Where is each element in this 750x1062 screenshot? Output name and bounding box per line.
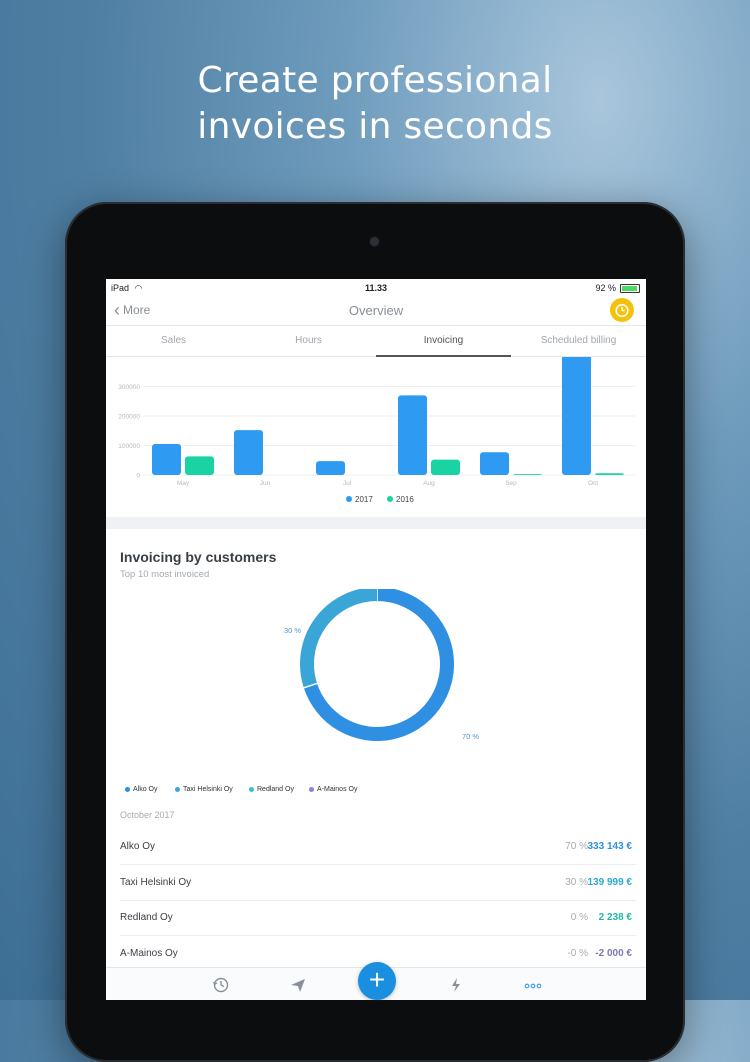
- nav-bar: ‹ More Overview: [106, 297, 646, 326]
- x-tick-label: Jul: [343, 480, 352, 487]
- history-icon-svg: [212, 977, 229, 993]
- page-title: Overview: [348, 303, 404, 318]
- headline-line-1: Create professional: [197, 60, 553, 101]
- customer-percentage: 30 %: [565, 876, 588, 888]
- camera-icon: [370, 237, 379, 246]
- legend-dot: [309, 787, 314, 792]
- battery-icon: [620, 283, 640, 293]
- legend-label-2017: 2017: [355, 495, 373, 504]
- x-tick-label: Sep: [505, 480, 517, 487]
- app-screen: iPad ◠ 11.33 92 % ‹ More Overview Sales …: [106, 279, 646, 1000]
- timer-button[interactable]: [610, 298, 634, 322]
- bar-2016-may[interactable]: [185, 456, 214, 475]
- legend-item-a-mainos-oy: A-Mainos Oy: [309, 786, 357, 793]
- bar-2017-jul[interactable]: [316, 461, 345, 475]
- slice-label: 30 %: [284, 626, 301, 635]
- battery-percentage: 92 %: [595, 283, 616, 293]
- table-row[interactable]: Alko Oy 70 % 333 143 €: [120, 829, 636, 865]
- customer-name: Alko Oy: [120, 841, 156, 852]
- legend-dot: [175, 787, 180, 792]
- flash-icon[interactable]: [446, 976, 466, 994]
- legend-dot: [249, 787, 254, 792]
- tab-sales[interactable]: Sales: [106, 326, 241, 356]
- table-row[interactable]: Taxi Helsinki Oy 30 % 139 999 €: [120, 865, 636, 901]
- status-battery: 92 %: [595, 283, 640, 293]
- customer-amount: 139 999 €: [587, 876, 633, 888]
- legend-label: Alko Oy: [133, 786, 158, 793]
- x-tick-label: May: [177, 480, 190, 487]
- bottom-tab-bar: +: [106, 962, 646, 1000]
- customers-section-subtitle: Top 10 most invoiced: [120, 569, 210, 580]
- customer-name: Redland Oy: [120, 912, 173, 923]
- legend-label: Redland Oy: [257, 786, 294, 793]
- legend-item-alko-oy: Alko Oy: [125, 786, 158, 793]
- legend-item-redland-oy: Redland Oy: [249, 786, 294, 793]
- y-tick-label: 0: [136, 473, 140, 480]
- invoicing-bar-chart: 0 100000 200000 300000 May Jun Jul Aug Sep Oct 201…: [118, 353, 636, 504]
- customer-percentage: -0 %: [567, 947, 588, 959]
- invoicing-bar-chart-card: 0 100000 200000 300000 May Jun Jul Aug Sep Oct 201…: [106, 353, 646, 517]
- legend-item-taxi-helsinki-oy: Taxi Helsinki Oy: [175, 786, 233, 793]
- x-tick-label: Jun: [260, 480, 271, 487]
- tab-scheduled-billing[interactable]: Scheduled billing: [511, 326, 646, 356]
- history-icon[interactable]: [211, 976, 231, 994]
- x-tick-label: Oct: [588, 480, 598, 487]
- period-label: October 2017: [120, 810, 175, 820]
- bar-2017-jun[interactable]: [234, 430, 263, 475]
- bar-2017-may[interactable]: [152, 444, 181, 475]
- customer-amount: 333 143 €: [587, 841, 633, 852]
- send-icon-svg: [291, 979, 305, 992]
- bar-2016-oct[interactable]: [595, 473, 624, 475]
- customers-section-title: Invoicing by customers: [120, 549, 277, 565]
- legend-label: A-Mainos Oy: [317, 786, 358, 793]
- x-tick-label: Aug: [423, 480, 435, 487]
- customer-name: A-Mainos Oy: [120, 947, 178, 959]
- more-icon-svg: [524, 983, 542, 989]
- bar-2017-sep[interactable]: [480, 452, 509, 475]
- section-divider: [106, 517, 646, 529]
- send-icon[interactable]: [288, 976, 308, 994]
- add-button[interactable]: +: [358, 962, 396, 1000]
- bar-2016-aug[interactable]: [431, 459, 460, 475]
- battery-fill: [622, 285, 637, 291]
- customer-percentage: 0 %: [570, 912, 588, 923]
- tab-hours[interactable]: Hours: [241, 326, 376, 356]
- more-icon[interactable]: [523, 976, 543, 994]
- customer-amount: -2 000 €: [595, 947, 632, 959]
- y-tick-label: 200000: [118, 414, 140, 421]
- tab-bar: Sales Hours Invoicing Scheduled billing: [106, 326, 646, 357]
- y-tick-label: 300000: [118, 384, 140, 391]
- legend-dot: [125, 787, 130, 792]
- bar-2017-oct[interactable]: [562, 353, 591, 475]
- customer-name: Taxi Helsinki Oy: [120, 876, 192, 888]
- legend-dot-2017: [346, 496, 352, 502]
- customers-donut-chart: 70 % 30 %: [284, 589, 479, 741]
- bar-2016-sep[interactable]: [513, 474, 542, 475]
- status-time: 11.33: [364, 283, 388, 293]
- table-row[interactable]: Redland Oy 0 % 2 238 €: [120, 900, 636, 936]
- tab-invoicing[interactable]: Invoicing: [376, 326, 511, 357]
- slice-label: 70 %: [462, 732, 479, 741]
- timer-icon: [615, 303, 629, 318]
- customer-amount: 2 238 €: [598, 912, 632, 923]
- bar-2017-aug[interactable]: [398, 395, 427, 475]
- headline-line-2: invoices in seconds: [197, 106, 553, 147]
- legend-label-2016: 2016: [396, 495, 414, 504]
- flash-icon-svg: [452, 978, 460, 992]
- status-bar: iPad ◠ 11.33 92 %: [106, 279, 646, 297]
- y-tick-label: 100000: [118, 443, 140, 450]
- legend-dot-2016: [387, 496, 393, 502]
- legend-label: Taxi Helsinki Oy: [183, 786, 233, 793]
- customer-percentage: 70 %: [565, 841, 588, 852]
- donut-slice-taxi-helsinki-oy[interactable]: [300, 589, 378, 688]
- headline: Create professional invoices in seconds: [0, 58, 750, 150]
